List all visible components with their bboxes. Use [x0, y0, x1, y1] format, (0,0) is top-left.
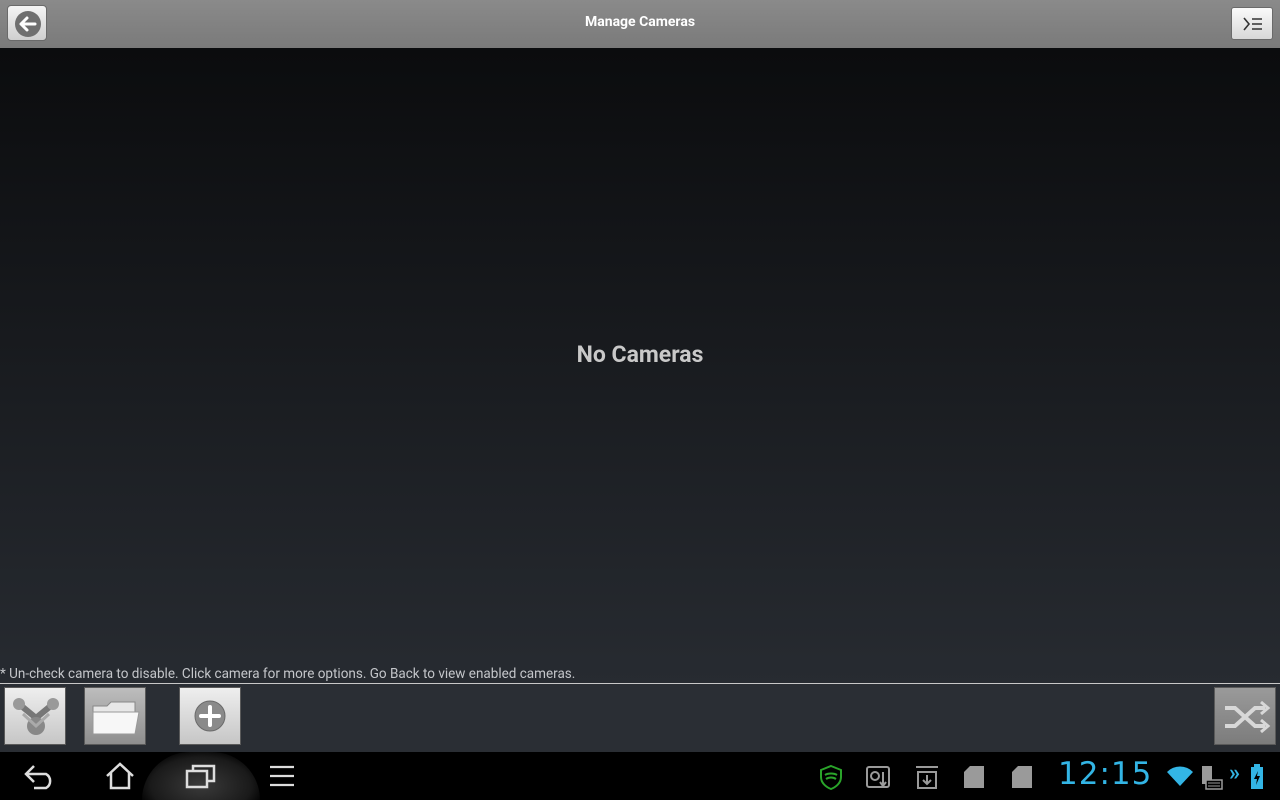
bottom-toolbar	[0, 684, 1280, 752]
keyboard-icon	[1202, 766, 1223, 790]
menu-icon[interactable]	[268, 762, 296, 790]
plus-circle-icon	[194, 700, 226, 732]
shuffle-icon	[1225, 700, 1271, 734]
menu-button[interactable]	[1231, 7, 1273, 40]
shield-icon	[820, 764, 842, 790]
hint-text: * Un-check camera to disable. Click came…	[0, 666, 576, 682]
home-icon[interactable]	[104, 762, 136, 790]
overflow-chevron-icon: »	[1229, 761, 1240, 786]
network-scan-icon	[13, 698, 59, 735]
folder-icon	[92, 701, 140, 735]
wifi-icon	[1167, 766, 1193, 786]
shuffle-button[interactable]	[1214, 687, 1276, 745]
back-icon[interactable]	[22, 762, 58, 790]
recent-apps-icon[interactable]	[185, 762, 217, 790]
clock: 12:15	[1058, 756, 1153, 792]
camera-list-area: No Cameras * Un-check camera to disable.…	[0, 48, 1280, 684]
empty-message: No Cameras	[576, 341, 704, 368]
download-icon	[916, 766, 938, 789]
title-bar: Manage Cameras	[0, 0, 1280, 49]
system-nav-bar: 12:15 »	[0, 752, 1280, 800]
network-discover-button[interactable]	[4, 687, 66, 745]
open-folder-button[interactable]	[84, 687, 146, 745]
add-camera-button[interactable]	[179, 687, 241, 745]
sd-card-icon	[1012, 766, 1032, 788]
usb-debug-icon	[866, 766, 890, 788]
sd-card-icon	[964, 766, 984, 788]
menu-list-icon	[1243, 17, 1262, 31]
battery-icon	[1251, 764, 1263, 789]
page-title: Manage Cameras	[584, 14, 696, 30]
